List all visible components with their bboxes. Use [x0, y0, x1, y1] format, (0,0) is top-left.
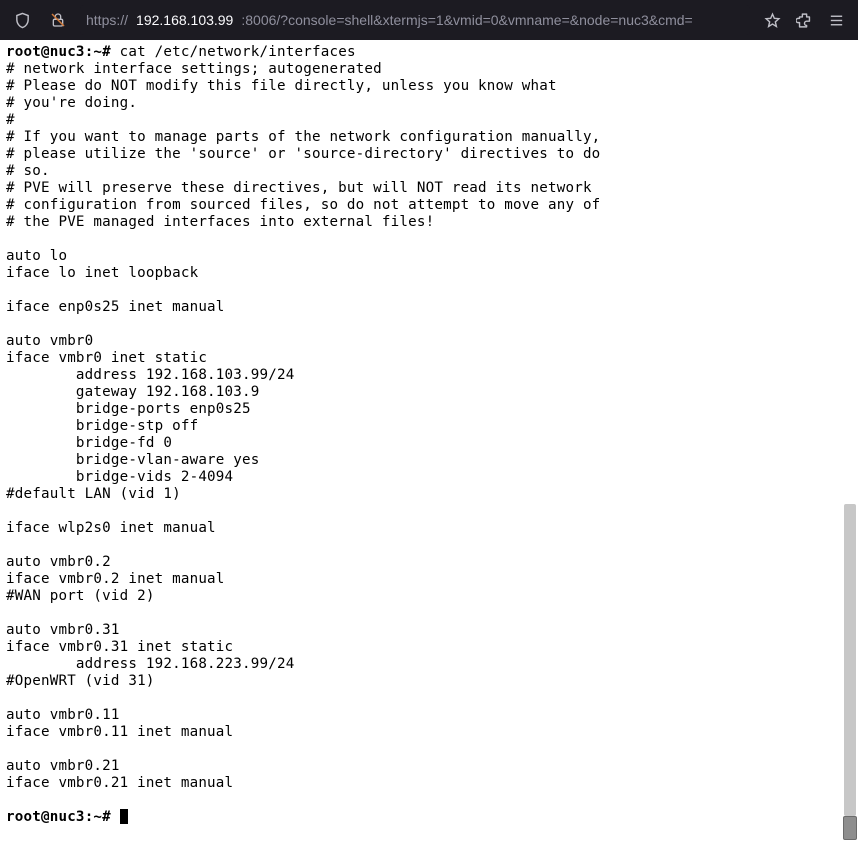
browser-toolbar: https:// 192.168.103.99 :8006/?console=she…: [0, 0, 858, 40]
terminal-viewport: root@nuc3:~# cat /etc/network/interfaces…: [0, 40, 858, 843]
prompt-user-2: root@nuc3: [6, 809, 85, 825]
scrollbar-track[interactable]: [844, 504, 856, 816]
prompt-user: root@nuc3: [6, 44, 85, 60]
hamburger-menu-icon[interactable]: [822, 6, 850, 34]
url-host: 192.168.103.99: [136, 12, 233, 28]
bookmark-star-icon[interactable]: [758, 6, 786, 34]
url-path: :8006/?console=shell&xtermjs=1&vmid=0&vm…: [241, 12, 692, 28]
address-bar[interactable]: https:// 192.168.103.99 :8006/?console=she…: [80, 5, 750, 35]
prompt-suffix-2: :~#: [85, 809, 120, 825]
scrollbar-thumb[interactable]: [843, 816, 857, 840]
terminal[interactable]: root@nuc3:~# cat /etc/network/interfaces…: [0, 40, 858, 843]
terminal-output: # network interface settings; autogenera…: [6, 61, 600, 791]
lock-icon[interactable]: [44, 6, 72, 34]
prompt-suffix: :~#: [85, 44, 120, 60]
command-text: cat /etc/network/interfaces: [120, 44, 356, 60]
terminal-cursor: [120, 809, 128, 824]
url-protocol: https://: [86, 12, 128, 28]
shield-icon[interactable]: [8, 6, 36, 34]
extensions-icon[interactable]: [790, 6, 818, 34]
toolbar-right: [758, 6, 850, 34]
